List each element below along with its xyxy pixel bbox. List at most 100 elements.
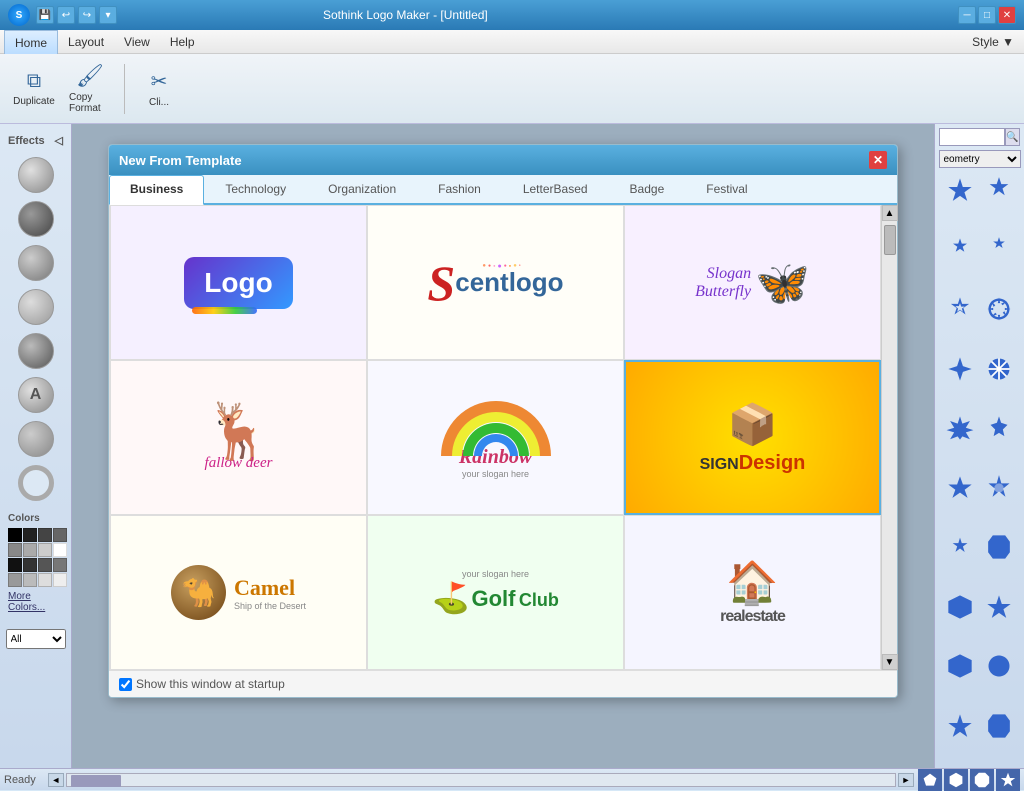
- template-cell-rainbow[interactable]: Rainbow your slogan here: [367, 360, 624, 515]
- save-btn[interactable]: 💾: [36, 6, 54, 24]
- effect-text-a[interactable]: A: [18, 377, 54, 413]
- redo-btn[interactable]: ↪: [78, 6, 96, 24]
- color-cell[interactable]: [23, 528, 37, 542]
- shape-item[interactable]: [981, 589, 1017, 625]
- scroll-right-btn[interactable]: ►: [898, 773, 914, 787]
- dialog-scrollbar: ▲ ▼: [881, 205, 897, 670]
- minimize-btn[interactable]: ─: [958, 6, 976, 24]
- shape-item[interactable]: [981, 529, 1017, 565]
- color-cell[interactable]: [23, 543, 37, 557]
- effect-circle-1[interactable]: [18, 157, 54, 193]
- search-btn[interactable]: 🔍: [1005, 128, 1020, 146]
- close-btn[interactable]: ✕: [998, 6, 1016, 24]
- color-cell[interactable]: [8, 528, 22, 542]
- tab-organization[interactable]: Organization: [307, 175, 417, 203]
- effect-ring[interactable]: [18, 465, 54, 501]
- all-select[interactable]: All: [6, 629, 66, 649]
- shape-item[interactable]: [981, 410, 1017, 446]
- scroll-up-btn[interactable]: ▲: [882, 205, 898, 221]
- color-cell[interactable]: [53, 558, 67, 572]
- color-cell[interactable]: [8, 573, 22, 587]
- scroll-down-btn[interactable]: ▼: [882, 654, 898, 670]
- geometry-select[interactable]: eometry: [939, 150, 1021, 168]
- color-cell[interactable]: [38, 558, 52, 572]
- color-cell[interactable]: [8, 543, 22, 557]
- tab-letterbased[interactable]: LetterBased: [502, 175, 609, 203]
- shape-item[interactable]: [942, 708, 978, 744]
- duplicate-icon: ⧉: [27, 70, 41, 93]
- template-cell-camel[interactable]: 🐪 Camel Ship of the Desert: [110, 515, 367, 670]
- shape-item[interactable]: [942, 172, 978, 208]
- toolbar-quickaccess: 💾 ↩ ↪ ▾: [36, 6, 117, 24]
- color-cell[interactable]: [23, 573, 37, 587]
- menu-home[interactable]: Home: [4, 30, 58, 54]
- tab-festival[interactable]: Festival: [685, 175, 768, 203]
- color-cell[interactable]: [53, 573, 67, 587]
- octagon-btn[interactable]: [970, 769, 994, 791]
- shape-item[interactable]: [942, 470, 978, 506]
- shape-item[interactable]: [942, 351, 978, 387]
- scroll-left-btn[interactable]: ◄: [48, 773, 64, 787]
- effect-circle-6[interactable]: [18, 421, 54, 457]
- color-cell[interactable]: [38, 573, 52, 587]
- copy-format-btn[interactable]: 🖌 Copy Format: [64, 59, 116, 119]
- tab-business[interactable]: Business: [109, 175, 204, 205]
- shape-item[interactable]: [942, 410, 978, 446]
- menu-view[interactable]: View: [114, 30, 160, 53]
- color-cell[interactable]: [53, 528, 67, 542]
- scroll-thumb[interactable]: [884, 225, 896, 255]
- dropdown-btn[interactable]: ▾: [99, 6, 117, 24]
- template-cell-scentlogo[interactable]: S centlogo ●● ●● ●● ●●: [367, 205, 624, 360]
- shape-item[interactable]: [942, 529, 978, 565]
- clip-icon: ✂: [151, 69, 168, 94]
- template-cell-realestate[interactable]: 🏠 realestate: [624, 515, 881, 670]
- shape-item[interactable]: [942, 291, 978, 327]
- shape-item[interactable]: [942, 232, 978, 268]
- dialog-tabs: Business Technology Organization Fashion…: [109, 175, 897, 205]
- color-cell[interactable]: [23, 558, 37, 572]
- maximize-btn[interactable]: □: [978, 6, 996, 24]
- shape-item[interactable]: [981, 172, 1017, 208]
- template-cell-golf[interactable]: your slogan here ⛳ Golf Club: [367, 515, 624, 670]
- menu-layout[interactable]: Layout: [58, 30, 114, 53]
- effects-collapse-icon[interactable]: ◁: [55, 134, 63, 147]
- effect-circle-2[interactable]: [18, 201, 54, 237]
- effect-circle-5[interactable]: [18, 333, 54, 369]
- shape-search-input[interactable]: [939, 128, 1005, 146]
- template-cell-butterfly[interactable]: Slogan Butterfly 🦋: [624, 205, 881, 360]
- shape-item[interactable]: [942, 648, 978, 684]
- color-cell[interactable]: [53, 543, 67, 557]
- tab-fashion[interactable]: Fashion: [417, 175, 502, 203]
- shape-item[interactable]: [981, 291, 1017, 327]
- dialog-close-btn[interactable]: ✕: [869, 151, 887, 169]
- duplicate-btn[interactable]: ⧉ Duplicate: [8, 59, 60, 119]
- show-startup-checkbox[interactable]: [119, 678, 132, 691]
- color-cell[interactable]: [38, 543, 52, 557]
- undo-btn[interactable]: ↩: [57, 6, 75, 24]
- pentagon-btn[interactable]: [918, 769, 942, 791]
- tab-badge[interactable]: Badge: [609, 175, 686, 203]
- hexagon-btn[interactable]: [944, 769, 968, 791]
- shape-item[interactable]: [981, 648, 1017, 684]
- h-scrollbar[interactable]: [66, 773, 896, 787]
- tab-technology[interactable]: Technology: [204, 175, 307, 203]
- shape-item[interactable]: [981, 351, 1017, 387]
- color-cell[interactable]: [38, 528, 52, 542]
- more-colors-link[interactable]: More Colors...: [8, 591, 63, 613]
- shape-item[interactable]: [981, 470, 1017, 506]
- shape-item[interactable]: [981, 708, 1017, 744]
- color-cell[interactable]: [8, 558, 22, 572]
- signdesign-bg: 📦 SIGNDesign: [626, 362, 879, 513]
- template-cell-signdesign[interactable]: 📦 SIGNDesign: [624, 360, 881, 515]
- effect-circle-3[interactable]: [18, 245, 54, 281]
- menu-help[interactable]: Help: [160, 30, 205, 53]
- style-dropdown[interactable]: Style ▼: [962, 30, 1024, 53]
- shape-item[interactable]: [942, 589, 978, 625]
- scroll-area: ◄ ►: [48, 773, 914, 787]
- clip-btn[interactable]: ✂ Cli...: [133, 59, 185, 119]
- template-cell-deer[interactable]: 🦌 fallow deer: [110, 360, 367, 515]
- shape-item[interactable]: [981, 232, 1017, 268]
- star-btn[interactable]: [996, 769, 1020, 791]
- template-cell-logo1[interactable]: Logo: [110, 205, 367, 360]
- effect-circle-4[interactable]: [18, 289, 54, 325]
